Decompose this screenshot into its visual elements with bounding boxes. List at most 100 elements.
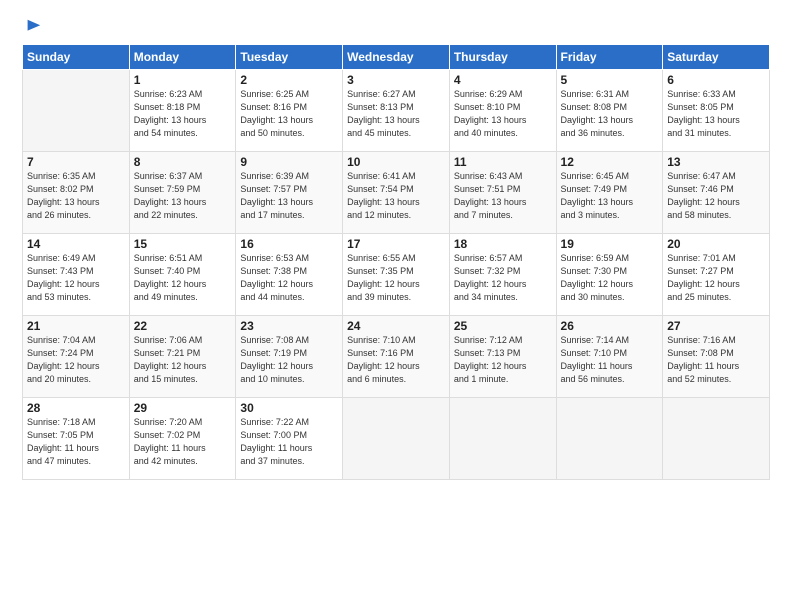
day-info: Sunrise: 6:51 AM Sunset: 7:40 PM Dayligh…	[134, 252, 232, 304]
week-row-1: 7Sunrise: 6:35 AM Sunset: 8:02 PM Daylig…	[23, 152, 770, 234]
day-number: 11	[454, 155, 552, 169]
day-cell: 5Sunrise: 6:31 AM Sunset: 8:08 PM Daylig…	[556, 70, 663, 152]
header-friday: Friday	[556, 45, 663, 70]
day-number: 7	[27, 155, 125, 169]
day-number: 29	[134, 401, 232, 415]
day-cell: 6Sunrise: 6:33 AM Sunset: 8:05 PM Daylig…	[663, 70, 770, 152]
day-cell: 29Sunrise: 7:20 AM Sunset: 7:02 PM Dayli…	[129, 398, 236, 480]
day-info: Sunrise: 7:16 AM Sunset: 7:08 PM Dayligh…	[667, 334, 765, 386]
day-number: 16	[240, 237, 338, 251]
header-row-days: SundayMondayTuesdayWednesdayThursdayFrid…	[23, 45, 770, 70]
day-info: Sunrise: 7:20 AM Sunset: 7:02 PM Dayligh…	[134, 416, 232, 468]
day-cell	[449, 398, 556, 480]
day-cell: 27Sunrise: 7:16 AM Sunset: 7:08 PM Dayli…	[663, 316, 770, 398]
day-number: 27	[667, 319, 765, 333]
day-number: 6	[667, 73, 765, 87]
day-cell	[343, 398, 450, 480]
day-info: Sunrise: 6:39 AM Sunset: 7:57 PM Dayligh…	[240, 170, 338, 222]
day-info: Sunrise: 7:12 AM Sunset: 7:13 PM Dayligh…	[454, 334, 552, 386]
day-cell	[663, 398, 770, 480]
day-info: Sunrise: 7:10 AM Sunset: 7:16 PM Dayligh…	[347, 334, 445, 386]
day-info: Sunrise: 7:22 AM Sunset: 7:00 PM Dayligh…	[240, 416, 338, 468]
header-row	[22, 18, 770, 38]
day-info: Sunrise: 6:31 AM Sunset: 8:08 PM Dayligh…	[561, 88, 659, 140]
day-number: 28	[27, 401, 125, 415]
day-number: 1	[134, 73, 232, 87]
calendar-table: SundayMondayTuesdayWednesdayThursdayFrid…	[22, 44, 770, 480]
day-info: Sunrise: 7:08 AM Sunset: 7:19 PM Dayligh…	[240, 334, 338, 386]
day-number: 21	[27, 319, 125, 333]
day-number: 3	[347, 73, 445, 87]
week-row-2: 14Sunrise: 6:49 AM Sunset: 7:43 PM Dayli…	[23, 234, 770, 316]
day-info: Sunrise: 6:49 AM Sunset: 7:43 PM Dayligh…	[27, 252, 125, 304]
page: SundayMondayTuesdayWednesdayThursdayFrid…	[0, 0, 792, 612]
day-cell: 3Sunrise: 6:27 AM Sunset: 8:13 PM Daylig…	[343, 70, 450, 152]
day-cell: 17Sunrise: 6:55 AM Sunset: 7:35 PM Dayli…	[343, 234, 450, 316]
day-cell: 20Sunrise: 7:01 AM Sunset: 7:27 PM Dayli…	[663, 234, 770, 316]
day-cell: 24Sunrise: 7:10 AM Sunset: 7:16 PM Dayli…	[343, 316, 450, 398]
day-cell: 16Sunrise: 6:53 AM Sunset: 7:38 PM Dayli…	[236, 234, 343, 316]
logo-flag-icon	[24, 18, 42, 36]
day-cell: 8Sunrise: 6:37 AM Sunset: 7:59 PM Daylig…	[129, 152, 236, 234]
day-cell: 1Sunrise: 6:23 AM Sunset: 8:18 PM Daylig…	[129, 70, 236, 152]
day-info: Sunrise: 7:06 AM Sunset: 7:21 PM Dayligh…	[134, 334, 232, 386]
day-cell: 7Sunrise: 6:35 AM Sunset: 8:02 PM Daylig…	[23, 152, 130, 234]
day-info: Sunrise: 6:25 AM Sunset: 8:16 PM Dayligh…	[240, 88, 338, 140]
day-number: 20	[667, 237, 765, 251]
day-number: 15	[134, 237, 232, 251]
day-cell: 23Sunrise: 7:08 AM Sunset: 7:19 PM Dayli…	[236, 316, 343, 398]
day-number: 10	[347, 155, 445, 169]
day-cell: 28Sunrise: 7:18 AM Sunset: 7:05 PM Dayli…	[23, 398, 130, 480]
day-cell: 12Sunrise: 6:45 AM Sunset: 7:49 PM Dayli…	[556, 152, 663, 234]
week-row-0: 1Sunrise: 6:23 AM Sunset: 8:18 PM Daylig…	[23, 70, 770, 152]
day-number: 2	[240, 73, 338, 87]
header-monday: Monday	[129, 45, 236, 70]
day-cell: 22Sunrise: 7:06 AM Sunset: 7:21 PM Dayli…	[129, 316, 236, 398]
day-number: 14	[27, 237, 125, 251]
day-number: 24	[347, 319, 445, 333]
day-info: Sunrise: 6:55 AM Sunset: 7:35 PM Dayligh…	[347, 252, 445, 304]
day-info: Sunrise: 6:35 AM Sunset: 8:02 PM Dayligh…	[27, 170, 125, 222]
day-cell: 18Sunrise: 6:57 AM Sunset: 7:32 PM Dayli…	[449, 234, 556, 316]
header-wednesday: Wednesday	[343, 45, 450, 70]
day-info: Sunrise: 6:41 AM Sunset: 7:54 PM Dayligh…	[347, 170, 445, 222]
day-cell: 9Sunrise: 6:39 AM Sunset: 7:57 PM Daylig…	[236, 152, 343, 234]
day-info: Sunrise: 6:33 AM Sunset: 8:05 PM Dayligh…	[667, 88, 765, 140]
day-info: Sunrise: 6:23 AM Sunset: 8:18 PM Dayligh…	[134, 88, 232, 140]
day-number: 30	[240, 401, 338, 415]
header-thursday: Thursday	[449, 45, 556, 70]
day-info: Sunrise: 7:01 AM Sunset: 7:27 PM Dayligh…	[667, 252, 765, 304]
day-info: Sunrise: 6:29 AM Sunset: 8:10 PM Dayligh…	[454, 88, 552, 140]
day-number: 19	[561, 237, 659, 251]
day-number: 13	[667, 155, 765, 169]
day-info: Sunrise: 7:04 AM Sunset: 7:24 PM Dayligh…	[27, 334, 125, 386]
day-info: Sunrise: 7:14 AM Sunset: 7:10 PM Dayligh…	[561, 334, 659, 386]
day-cell	[556, 398, 663, 480]
day-info: Sunrise: 6:37 AM Sunset: 7:59 PM Dayligh…	[134, 170, 232, 222]
day-cell: 14Sunrise: 6:49 AM Sunset: 7:43 PM Dayli…	[23, 234, 130, 316]
day-cell: 15Sunrise: 6:51 AM Sunset: 7:40 PM Dayli…	[129, 234, 236, 316]
day-number: 26	[561, 319, 659, 333]
logo-text	[22, 18, 42, 38]
day-number: 8	[134, 155, 232, 169]
day-number: 4	[454, 73, 552, 87]
header-tuesday: Tuesday	[236, 45, 343, 70]
day-number: 17	[347, 237, 445, 251]
day-cell: 19Sunrise: 6:59 AM Sunset: 7:30 PM Dayli…	[556, 234, 663, 316]
day-info: Sunrise: 6:43 AM Sunset: 7:51 PM Dayligh…	[454, 170, 552, 222]
day-info: Sunrise: 6:47 AM Sunset: 7:46 PM Dayligh…	[667, 170, 765, 222]
day-cell: 25Sunrise: 7:12 AM Sunset: 7:13 PM Dayli…	[449, 316, 556, 398]
day-info: Sunrise: 6:59 AM Sunset: 7:30 PM Dayligh…	[561, 252, 659, 304]
day-number: 22	[134, 319, 232, 333]
day-info: Sunrise: 6:53 AM Sunset: 7:38 PM Dayligh…	[240, 252, 338, 304]
day-info: Sunrise: 6:57 AM Sunset: 7:32 PM Dayligh…	[454, 252, 552, 304]
day-cell: 21Sunrise: 7:04 AM Sunset: 7:24 PM Dayli…	[23, 316, 130, 398]
day-cell: 10Sunrise: 6:41 AM Sunset: 7:54 PM Dayli…	[343, 152, 450, 234]
week-row-4: 28Sunrise: 7:18 AM Sunset: 7:05 PM Dayli…	[23, 398, 770, 480]
logo	[22, 18, 42, 38]
day-number: 9	[240, 155, 338, 169]
day-cell: 2Sunrise: 6:25 AM Sunset: 8:16 PM Daylig…	[236, 70, 343, 152]
day-cell: 4Sunrise: 6:29 AM Sunset: 8:10 PM Daylig…	[449, 70, 556, 152]
header-sunday: Sunday	[23, 45, 130, 70]
day-info: Sunrise: 6:27 AM Sunset: 8:13 PM Dayligh…	[347, 88, 445, 140]
